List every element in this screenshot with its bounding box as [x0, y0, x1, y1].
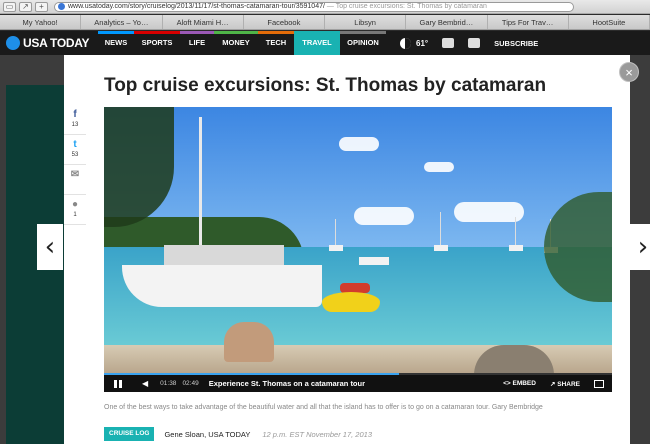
share-button[interactable]: ↗ SHARE: [550, 380, 580, 388]
browser-toolbar: ▭ ↗ + www.usatoday.com/story/cruiselog/2…: [0, 0, 650, 14]
volume-icon[interactable]: ◀: [142, 379, 148, 388]
video-time-total: 02:49: [182, 380, 199, 387]
bookmark-item[interactable]: Gary Bembrid…: [406, 15, 488, 29]
nav-money[interactable]: MONEY: [214, 31, 258, 55]
share-count: 53: [71, 152, 79, 158]
author: Gene Sloan, USA TODAY: [164, 429, 251, 439]
nav-color-bar: [134, 31, 180, 34]
email-share-button[interactable]: ✉: [64, 165, 86, 195]
nav-label: OPINION: [347, 38, 379, 47]
bookmark-item[interactable]: Analytics – Yo…: [81, 15, 163, 29]
twitter-share-button[interactable]: t 53: [64, 135, 86, 165]
video-frame-catamaran-hull: [122, 265, 322, 307]
publish-date: 12 p.m. EST November 17, 2013: [262, 429, 372, 439]
moon-icon: [400, 37, 411, 49]
camera-icon[interactable]: [442, 38, 455, 48]
url-text: www.usatoday.com/story/cruiselog/2013/11…: [68, 3, 487, 10]
video-frame-people: [224, 322, 274, 362]
previous-story-button[interactable]: ‹: [37, 224, 63, 270]
nav-label: SPORTS: [141, 38, 173, 47]
bookmark-item[interactable]: Aloft Miami H…: [163, 15, 244, 29]
nav-label: TECH: [265, 38, 287, 47]
share-count: 13: [71, 122, 79, 128]
share-icon[interactable]: ↗: [19, 1, 32, 12]
nav-label: TRAVEL: [302, 38, 332, 47]
video-frame-speedboat: [322, 292, 380, 312]
bookmark-item[interactable]: Tips For Trav…: [488, 15, 569, 29]
nav-color-bar: [258, 31, 294, 34]
share-rail: f 13 t 53 ✉ ● 1: [64, 105, 86, 225]
video-frame-catamaran-cabin: [164, 245, 284, 267]
nav-opinion[interactable]: OPINION: [340, 31, 386, 55]
logo-text: USA TODAY: [23, 36, 90, 50]
url-page-title: — Top cruise excursions: St. Thomas by c…: [324, 3, 487, 10]
video-time-current: 01:38: [160, 380, 177, 387]
video-caption: One of the best ways to take advantage o…: [104, 404, 543, 411]
nav-tech[interactable]: TECH: [258, 31, 294, 55]
site-nav: USA TODAY NEWS SPORTS LIFE MONEY TECH TR…: [0, 31, 650, 55]
video-frame-sailboat-mast: [515, 217, 516, 247]
nav-label: LIFE: [188, 38, 206, 47]
comments-button[interactable]: ● 1: [64, 195, 86, 225]
video-title: Experience St. Thomas on a catamaran tou…: [208, 379, 366, 388]
nav-label: MONEY: [222, 38, 250, 47]
temperature: 61°: [416, 38, 429, 48]
close-button[interactable]: ×: [619, 62, 639, 82]
video-frame-sailboat: [329, 245, 343, 251]
article-title: Top cruise excursions: St. Thomas by cat…: [104, 75, 547, 96]
pause-icon[interactable]: [114, 379, 122, 388]
reader-icon[interactable]: ▭: [3, 1, 16, 12]
nav-color-bar: [98, 31, 134, 34]
bookmark-item[interactable]: Facebook: [244, 15, 325, 29]
logo-dot-icon: [6, 36, 20, 50]
bookmark-item[interactable]: My Yahoo!: [0, 15, 82, 29]
nav-label: NEWS: [104, 38, 128, 47]
video-frame-cloud: [454, 202, 524, 222]
address-bar[interactable]: www.usatoday.com/story/cruiselog/2013/11…: [54, 1, 574, 12]
next-story-button[interactable]: ›: [630, 224, 650, 270]
video-frame-cloud: [354, 207, 414, 225]
embed-button[interactable]: <> EMBED: [503, 380, 536, 387]
bookmark-item[interactable]: HootSuite: [569, 15, 650, 29]
nav-news[interactable]: NEWS: [98, 31, 134, 55]
bookmarks-bar: My Yahoo! Analytics – Yo… Aloft Miami H……: [0, 15, 650, 30]
video-icon[interactable]: [468, 38, 481, 48]
facebook-share-button[interactable]: f 13: [64, 105, 86, 135]
twitter-icon: t: [73, 139, 77, 150]
fullscreen-icon[interactable]: [594, 379, 604, 388]
nav-life[interactable]: LIFE: [180, 31, 214, 55]
share-label: SHARE: [557, 380, 580, 388]
chevron-left-icon: ‹: [44, 232, 56, 262]
nav-color-bar: [214, 31, 258, 34]
video-frame-sailboat: [509, 245, 523, 251]
subscribe-link[interactable]: SUBSCRIBE: [494, 39, 538, 48]
comment-icon: ●: [71, 199, 79, 210]
weather-widget[interactable]: 61°: [400, 37, 429, 49]
nav-travel[interactable]: TRAVEL: [294, 31, 340, 55]
nav-color-bar: [180, 31, 214, 34]
url-path: www.usatoday.com/story/cruiselog/2013/11…: [68, 3, 325, 10]
video-frame-cloud: [339, 137, 379, 151]
video-frame-sailboat: [359, 257, 389, 265]
chevron-right-icon: ›: [637, 232, 649, 262]
facebook-icon: f: [73, 109, 77, 120]
video-frame-sailboat-mast: [440, 212, 441, 247]
byline: CRUISE LOG Gene Sloan, USA TODAY 12 p.m.…: [104, 427, 372, 441]
nav-sports[interactable]: SPORTS: [134, 31, 180, 55]
embed-label: EMBED: [512, 380, 536, 387]
video-frame-cloud: [424, 162, 454, 172]
video-frame-sailboat: [434, 245, 448, 251]
video-player[interactable]: ◀ 01:38 02:49 Experience St. Thomas on a…: [104, 107, 612, 392]
globe-icon: [58, 3, 65, 10]
share-count: 1: [73, 212, 77, 218]
email-icon: ✉: [70, 169, 80, 180]
video-frame-sailboat-mast: [335, 219, 336, 247]
usatoday-logo[interactable]: USA TODAY: [6, 36, 98, 50]
video-controls: ◀ 01:38 02:49 Experience St. Thomas on a…: [104, 375, 612, 392]
nav-color-bar: [340, 31, 386, 34]
bookmark-item[interactable]: Libsyn: [325, 15, 407, 29]
nav-color-bar: [294, 31, 340, 34]
new-tab-icon[interactable]: +: [35, 1, 48, 12]
category-badge[interactable]: CRUISE LOG: [104, 427, 155, 441]
